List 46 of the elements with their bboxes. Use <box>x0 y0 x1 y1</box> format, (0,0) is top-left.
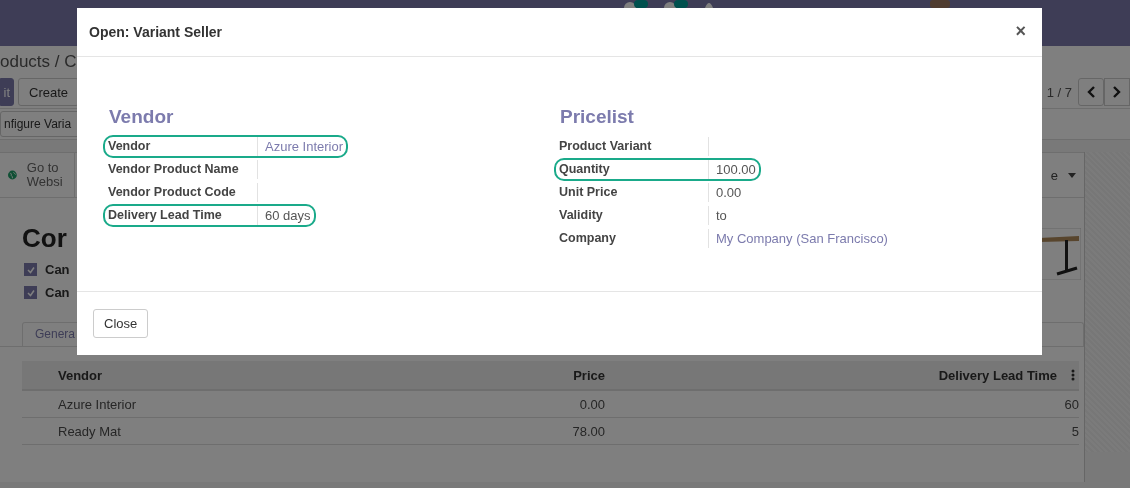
dialog-title: Open: Variant Seller <box>89 23 223 40</box>
create-button[interactable]: Create <box>18 78 80 106</box>
field-value: 0.00 <box>716 184 742 200</box>
field-label: Vendor Product Code <box>108 183 237 201</box>
close-button[interactable]: Close <box>93 309 149 338</box>
checkmark-icon <box>26 288 35 297</box>
previous-button[interactable] <box>1078 78 1104 106</box>
table-cell-text: 5 <box>1070 423 1079 439</box>
field-value: to <box>716 207 727 223</box>
field-value: 100.00 <box>716 161 756 177</box>
option-label: Can <box>45 262 70 277</box>
field-label: Vendor Product Name <box>108 160 240 178</box>
column-header: Price <box>572 367 606 383</box>
field-label: Quantity <box>559 160 611 178</box>
group-heading: Vendor <box>109 104 174 129</box>
column-header: Delivery Lead Time <box>937 367 1058 383</box>
caret-icon <box>1068 172 1076 178</box>
avatar-icon <box>930 0 950 8</box>
column-header: Vendor <box>58 367 104 383</box>
breadcrumb: oducts / C <box>0 51 78 73</box>
field-label: Vendor <box>108 137 152 155</box>
pager-value: 1 / 7 <box>1046 84 1072 100</box>
table-cell-text: 60 <box>1063 396 1079 412</box>
chevron-right-icon <box>1113 86 1121 98</box>
field-label: Delivery Lead Time <box>108 206 223 224</box>
table-cell-text: Azure Interior <box>58 396 138 412</box>
field-value: 60 days <box>265 207 311 223</box>
table-cell-text: 78.00 <box>571 423 606 439</box>
checkbox[interactable] <box>24 263 37 276</box>
table-cell-text: 0.00 <box>578 396 606 412</box>
field-label: Company <box>559 229 617 247</box>
next-button[interactable] <box>1104 78 1130 106</box>
checkmark-icon <box>26 265 35 274</box>
field-link[interactable]: My Company (San Francisco) <box>716 230 888 246</box>
product-title: Cor <box>22 222 68 254</box>
close-button[interactable]: × <box>1011 21 1030 43</box>
checkbox[interactable] <box>24 286 37 299</box>
group-heading: Pricelist <box>560 104 634 129</box>
kebab-menu-icon <box>1071 369 1075 381</box>
field-label: Unit Price <box>559 183 619 201</box>
table-cell-text: Ready Mat <box>58 423 122 439</box>
field-label: Validity <box>559 206 604 224</box>
field-label: Product Variant <box>559 137 653 155</box>
option-label: Can <box>45 285 70 300</box>
chevron-left-icon <box>1087 86 1095 98</box>
field-link[interactable]: Azure Interior <box>265 138 344 154</box>
